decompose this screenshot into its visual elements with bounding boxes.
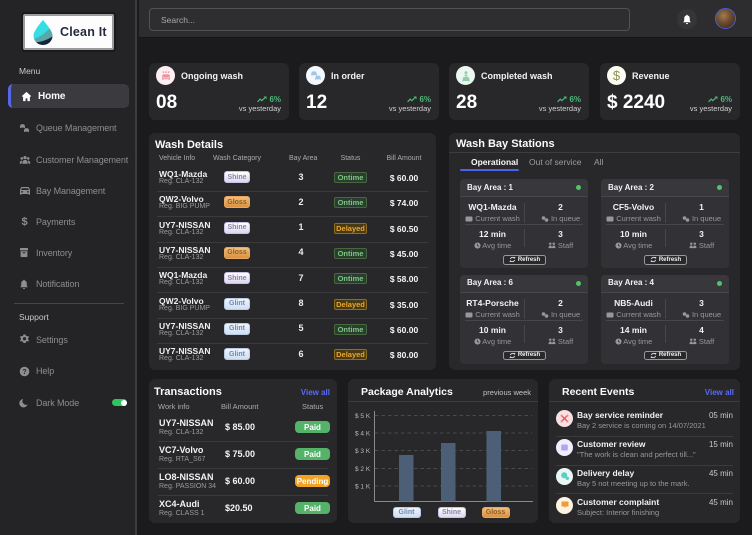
svg-text:$ 5 K: $ 5 K — [355, 413, 371, 420]
svg-text:$ 2 K: $ 2 K — [355, 466, 371, 473]
svg-text:$ 3 K: $ 3 K — [355, 448, 371, 455]
svg-text:$ 4 K: $ 4 K — [355, 431, 371, 438]
svg-text:?: ? — [22, 369, 26, 376]
svg-text:$ 1 K: $ 1 K — [355, 484, 371, 491]
